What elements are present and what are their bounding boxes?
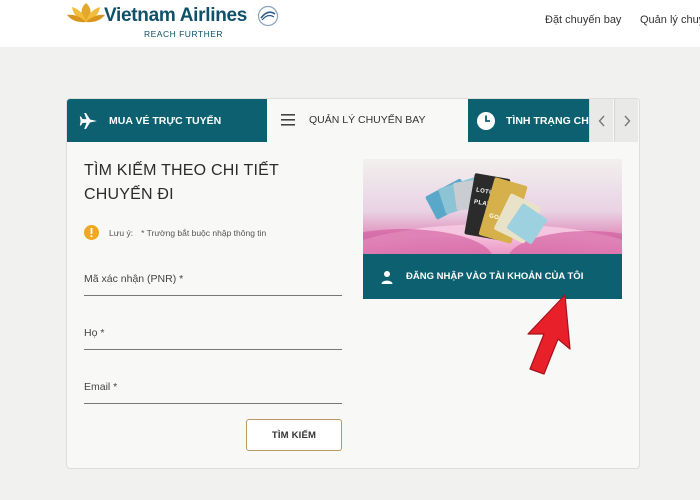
top-navigation-bar: Vietnam Airlines REACH FURTHER Đặt chuyế… [0,0,700,47]
tab-label: QUẢN LÝ CHUYẾN BAY [309,114,426,126]
tab-scroll-right-button[interactable] [614,99,638,142]
tab-manage-flight[interactable]: QUẢN LÝ CHUYẾN BAY [267,99,468,142]
note-text: * Trường bắt buộc nhập thông tin [141,227,267,238]
skyteam-badge-icon [257,5,279,27]
email-field[interactable]: Email * [84,375,342,404]
search-button[interactable]: TÌM KIẾM [246,419,342,451]
menu-icon [281,114,295,126]
brand-name: Vietnam Airlines [104,5,248,26]
booking-widget: MUA VÉ TRỰC TUYẾN QUẢN LÝ CHUYẾN BAY TÌN… [66,98,640,469]
lotusmiles-promo: LOTUSMILES PLATINUM GOLD ĐĂNG NHẬP VÀO T… [363,159,622,299]
user-icon [381,270,393,284]
required-note: Lưu ý: * Trường bắt buộc nhập thông tin [84,225,266,240]
last-name-label: Họ * [84,327,105,339]
tab-scroll-left-button[interactable] [589,99,613,142]
login-button-label: ĐĂNG NHẬP VÀO TÀI KHOẢN CỦA TÔI [406,271,584,282]
search-form-title: TÌM KIẾM THEO CHI TIẾT CHUYẾN ĐI [84,162,279,203]
pnr-field[interactable]: Mã xác nhận (PNR) * [84,267,342,296]
warning-icon [84,225,99,240]
lotusmiles-cards-image: LOTUSMILES PLATINUM GOLD [363,159,622,254]
login-account-button[interactable]: ĐĂNG NHẬP VÀO TÀI KHOẢN CỦA TÔI [363,254,622,299]
tab-flight-status[interactable]: TÌNH TRẠNG CHU [468,99,589,142]
chevron-left-icon [598,115,605,126]
email-label: Email * [84,381,118,393]
airplane-icon [79,112,97,129]
chevron-right-icon [623,115,630,126]
brand-tagline: REACH FURTHER [144,29,224,39]
tab-label: TÌNH TRẠNG CHU [506,114,589,127]
note-label: Lưu ý: [109,227,134,238]
lotus-logo-icon [67,3,105,23]
tab-label: MUA VÉ TRỰC TUYẾN [109,114,222,127]
tab-buy-tickets[interactable]: MUA VÉ TRỰC TUYẾN [67,99,267,142]
nav-book-flight[interactable]: Đặt chuyến bay [545,14,621,26]
pnr-label: Mã xác nhận (PNR) * [84,273,184,285]
last-name-field[interactable]: Họ * [84,321,342,350]
nav-manage-booking[interactable]: Quản lý chuy [640,14,700,26]
clock-icon [477,111,495,130]
annotation-arrow-icon [527,294,571,375]
